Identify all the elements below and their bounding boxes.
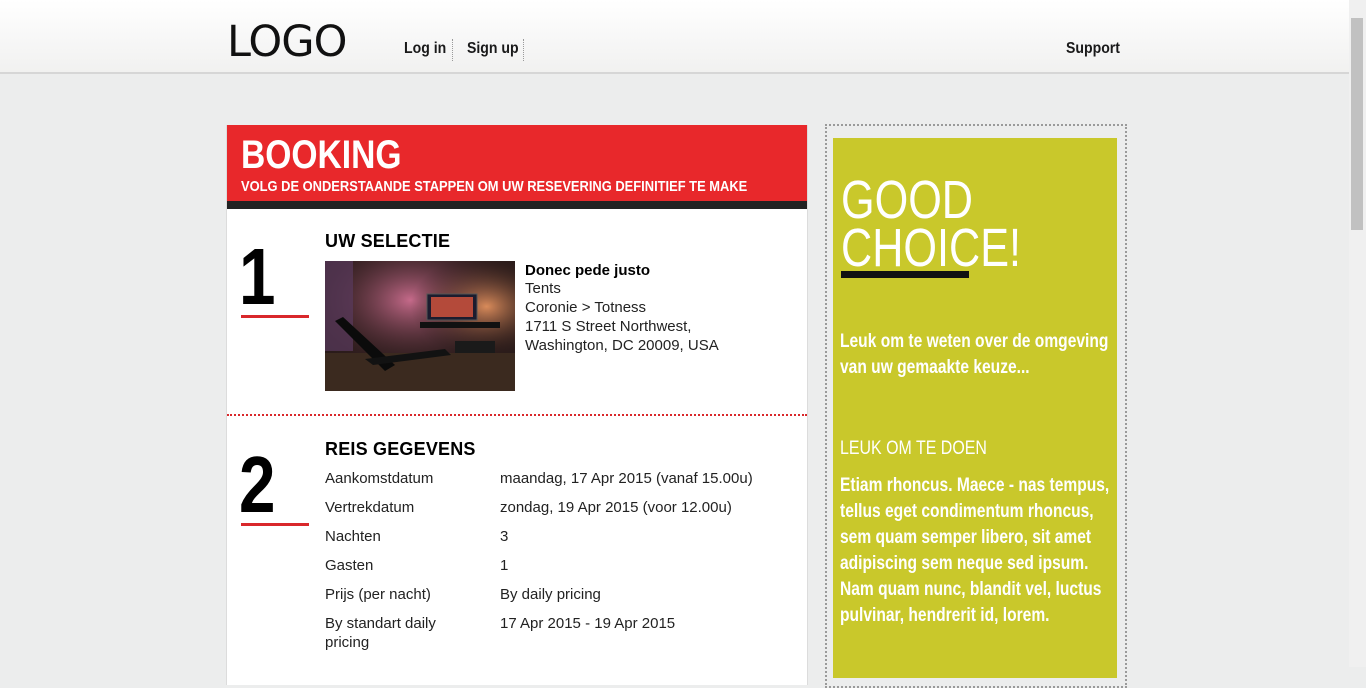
section-title: REIS GEGEVENS xyxy=(325,439,476,459)
selection-route: Coronie > Totness xyxy=(525,299,647,316)
living-room-photo xyxy=(325,261,515,391)
detail-value: 17 Apr 2015 - 19 Apr 2015 xyxy=(500,615,676,632)
booking-title: BOOKING xyxy=(241,133,402,177)
signup-link[interactable]: Sign up xyxy=(467,40,519,58)
detail-value: maandag, 17 Apr 2015 (vanaf 15.00u) xyxy=(500,470,753,487)
detail-value: 1 xyxy=(500,557,509,574)
nav-divider xyxy=(523,39,524,61)
selection-address: Washington, DC 20009, USA xyxy=(525,337,719,354)
step-number: 2 xyxy=(239,440,276,529)
selection-photo[interactable] xyxy=(325,261,515,391)
sidebar-heading-line: CHOICE! xyxy=(841,218,1022,278)
sidebar-body: Etiam rhoncus. Maece - nas tempus, tellu… xyxy=(840,475,1110,626)
heading-underline xyxy=(841,271,969,278)
page-scrollbar[interactable] xyxy=(1349,0,1366,667)
detail-value: By daily pricing xyxy=(500,586,601,603)
selection-name: Donec pede justo xyxy=(525,262,651,279)
sidebar-heading-line: GOOD xyxy=(841,170,974,230)
sidebar-heading: GOOD CHOICE! xyxy=(841,170,1022,278)
detail-label: Nachten xyxy=(325,528,381,545)
detail-value: zondag, 19 Apr 2015 (voor 12.00u) xyxy=(500,499,732,516)
detail-label: By standart daily pricing xyxy=(325,615,436,651)
selection-type: Tents xyxy=(525,280,561,297)
detail-label: Gasten xyxy=(325,557,374,574)
detail-value: 3 xyxy=(500,528,509,545)
sidebar-subheading: LEUK OM TE DOEN xyxy=(840,438,987,459)
scrollbar-thumb[interactable] xyxy=(1351,18,1363,230)
login-link[interactable]: Log in xyxy=(404,40,446,58)
detail-label: Vertrekdatum xyxy=(325,499,415,516)
step-number: 1 xyxy=(239,232,276,321)
logo[interactable]: LOGO xyxy=(227,20,347,65)
booking-header: BOOKING VOLG DE ONDERSTAANDE STAPPEN OM … xyxy=(227,125,807,209)
detail-label: Prijs (per nacht) xyxy=(325,586,431,603)
detail-label: Aankomstdatum xyxy=(325,470,434,487)
nav-divider xyxy=(452,39,453,61)
step-underline xyxy=(241,315,309,318)
section-divider xyxy=(227,414,807,416)
top-navigation-bar: LOGO Log in Sign up Support xyxy=(0,0,1349,74)
selection-address: 1711 S Street Northwest, xyxy=(525,318,692,335)
step-underline xyxy=(241,523,309,526)
good-choice-panel: GOOD CHOICE! Leuk om te weten over de om… xyxy=(833,138,1117,678)
section-title: UW SELECTIE xyxy=(325,231,451,251)
booking-panel: BOOKING VOLG DE ONDERSTAANDE STAPPEN OM … xyxy=(226,125,808,685)
support-link[interactable]: Support xyxy=(1066,40,1120,58)
booking-subtitle: VOLG DE ONDERSTAANDE STAPPEN OM UW RESEV… xyxy=(241,178,748,195)
sidebar-intro: Leuk om te weten over de omgeving van uw… xyxy=(840,331,1109,378)
